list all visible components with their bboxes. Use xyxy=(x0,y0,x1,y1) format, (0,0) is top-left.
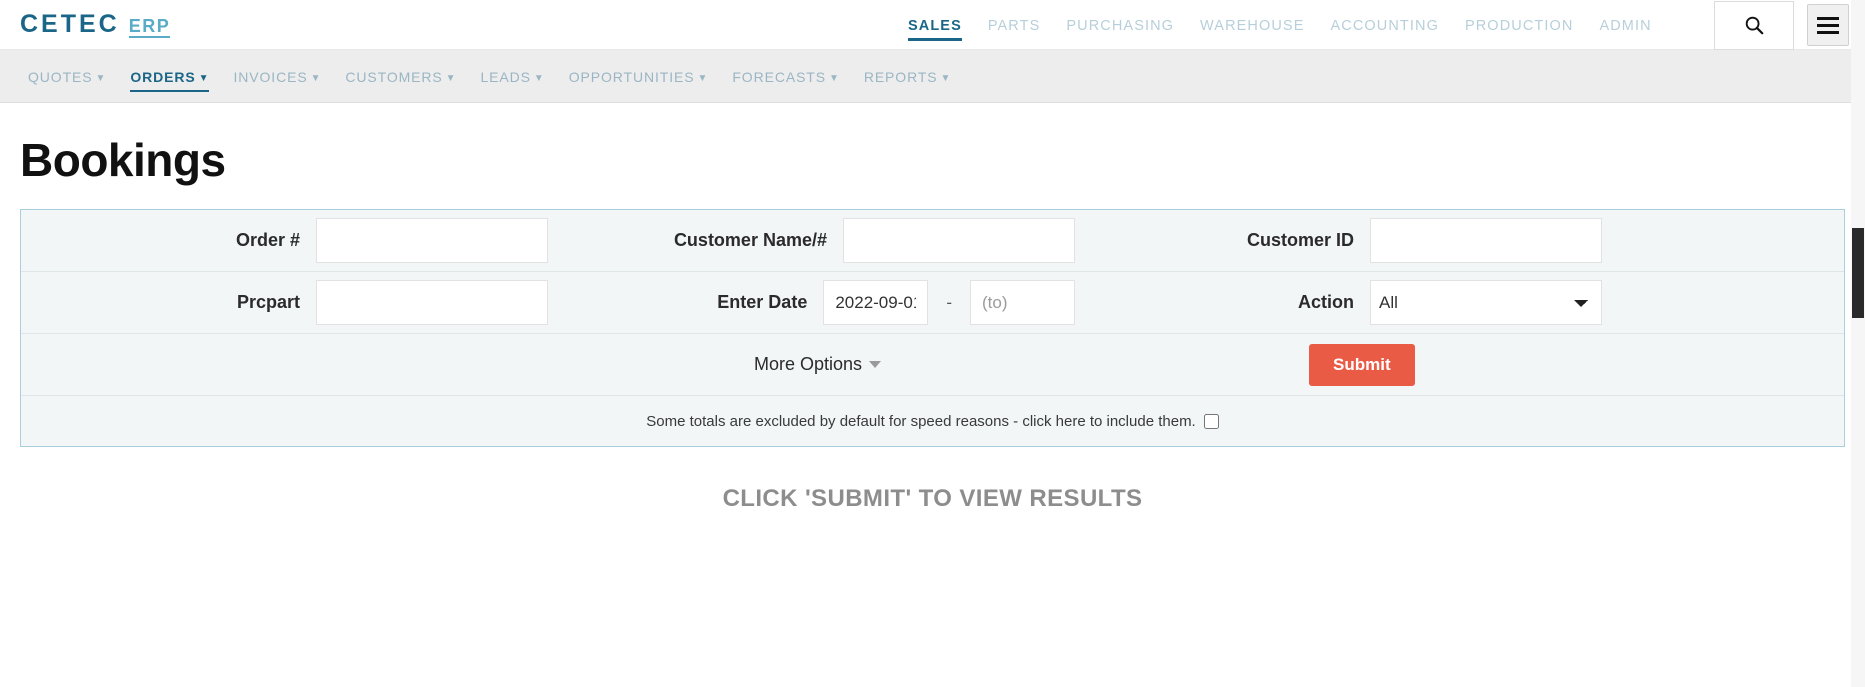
customer-name-input[interactable] xyxy=(843,218,1075,263)
search-button[interactable] xyxy=(1714,0,1794,50)
subnav-item-opportunities[interactable]: OPPORTUNITIES ▼ xyxy=(557,53,721,100)
search-filter-panel: Order # Customer Name/# Customer ID Prcp… xyxy=(20,209,1845,447)
subnav-item-invoices[interactable]: INVOICES ▼ xyxy=(221,53,333,100)
submit-button[interactable]: Submit xyxy=(1309,343,1415,386)
chevron-down-icon: ▼ xyxy=(445,72,457,84)
menu-button[interactable] xyxy=(1807,4,1849,46)
date-range-separator: - xyxy=(946,292,952,312)
totals-note-text: Some totals are excluded by default for … xyxy=(646,412,1196,430)
customer-name-label: Customer Name/# xyxy=(673,230,827,250)
filter-row-2: Prcpart Enter Date - Action All xyxy=(21,272,1844,334)
subnav-item-leads[interactable]: LEADS ▼ xyxy=(468,53,556,100)
chevron-down-icon: ▼ xyxy=(310,72,322,84)
more-options-label: More Options xyxy=(754,354,863,374)
filter-group-prcpart: Prcpart xyxy=(21,280,548,325)
filter-group-customer-name: Customer Name/# xyxy=(548,218,1075,263)
totals-note-row: Some totals are excluded by default for … xyxy=(21,396,1844,446)
chevron-down-icon: ▼ xyxy=(95,72,107,84)
action-label: Action xyxy=(1298,292,1354,312)
chevron-down-icon xyxy=(869,361,882,368)
brand-logo[interactable]: CETEC ERP xyxy=(20,10,171,39)
page-scrollbar-thumb[interactable] xyxy=(1852,228,1864,318)
subnav-item-customers[interactable]: CUSTOMERS ▼ xyxy=(333,53,468,100)
enter-date-to-input[interactable] xyxy=(970,280,1075,325)
nav-item-purchasing[interactable]: PURCHASING xyxy=(1053,2,1187,48)
subnav-label: CUSTOMERS xyxy=(345,68,443,85)
filter-group-action: Action All xyxy=(1075,280,1602,325)
chevron-down-icon: ▼ xyxy=(198,72,210,84)
page-title: Bookings xyxy=(20,134,226,186)
filter-row-actions: More Options Submit xyxy=(21,334,1844,396)
subnav-item-orders[interactable]: ORDERS ▼ xyxy=(118,53,221,100)
top-navigation-bar: CETEC ERP SALES PARTS PURCHASING WAREHOU… xyxy=(0,0,1865,50)
enter-date-label: Enter Date xyxy=(717,292,808,312)
hamburger-icon-bar xyxy=(1817,23,1839,27)
chevron-down-icon: ▼ xyxy=(697,72,709,84)
nav-item-parts[interactable]: PARTS xyxy=(975,2,1054,48)
hamburger-icon-bar xyxy=(1817,16,1839,20)
empty-results-message: CLICK 'SUBMIT' TO VIEW RESULTS xyxy=(722,485,1143,512)
action-select[interactable]: All xyxy=(1370,280,1602,325)
subnav-label: INVOICES xyxy=(233,68,308,85)
subnav-item-forecasts[interactable]: FORECASTS ▼ xyxy=(720,53,851,100)
brand-name: CETEC xyxy=(20,10,120,38)
subnav-item-quotes[interactable]: QUOTES ▼ xyxy=(16,53,118,100)
nav-item-accounting[interactable]: ACCOUNTING xyxy=(1317,2,1451,48)
subnav-label: ORDERS xyxy=(130,68,196,85)
filter-group-order-number: Order # xyxy=(21,218,548,263)
chevron-down-icon: ▼ xyxy=(533,72,545,84)
customer-id-input[interactable] xyxy=(1370,218,1602,263)
search-icon xyxy=(1745,16,1764,35)
include-totals-checkbox[interactable] xyxy=(1203,413,1219,429)
subnav-label: REPORTS xyxy=(863,68,938,85)
nav-item-warehouse[interactable]: WAREHOUSE xyxy=(1187,2,1317,48)
filter-group-enter-date: Enter Date - xyxy=(548,280,1075,325)
prcpart-label: Prcpart xyxy=(236,292,300,312)
order-number-input[interactable] xyxy=(316,218,548,263)
subnav-label: LEADS xyxy=(480,68,531,85)
page-scrollbar[interactable] xyxy=(1851,0,1865,687)
customer-id-label: Customer ID xyxy=(1246,230,1354,250)
subnav-item-reports[interactable]: REPORTS ▼ xyxy=(852,53,964,100)
prcpart-input[interactable] xyxy=(316,280,548,325)
nav-item-admin[interactable]: ADMIN xyxy=(1586,2,1664,48)
top-bar-actions xyxy=(1714,0,1849,50)
primary-nav: SALES PARTS PURCHASING WAREHOUSE ACCOUNT… xyxy=(895,0,1665,50)
subnav-label: OPPORTUNITIES xyxy=(568,68,695,85)
order-number-label: Order # xyxy=(235,230,300,250)
brand-suffix: ERP xyxy=(128,16,171,38)
chevron-down-icon: ▼ xyxy=(940,72,952,84)
filter-group-customer-id: Customer ID xyxy=(1075,218,1602,263)
more-options-toggle[interactable]: More Options xyxy=(754,354,882,375)
subnav-label: FORECASTS xyxy=(732,68,826,85)
secondary-nav: QUOTES ▼ ORDERS ▼ INVOICES ▼ CUSTOMERS ▼ LEA… xyxy=(0,50,1865,103)
page-content: Bookings Order # Customer Name/# Custome… xyxy=(0,133,1865,513)
chevron-down-icon: ▼ xyxy=(829,72,840,84)
subnav-label: QUOTES xyxy=(28,68,93,85)
hamburger-icon-bar xyxy=(1817,30,1839,34)
nav-item-production[interactable]: PRODUCTION xyxy=(1452,2,1586,48)
filter-row-1: Order # Customer Name/# Customer ID xyxy=(21,210,1844,272)
enter-date-from-input[interactable] xyxy=(823,280,929,325)
nav-item-sales[interactable]: SALES xyxy=(895,2,975,48)
